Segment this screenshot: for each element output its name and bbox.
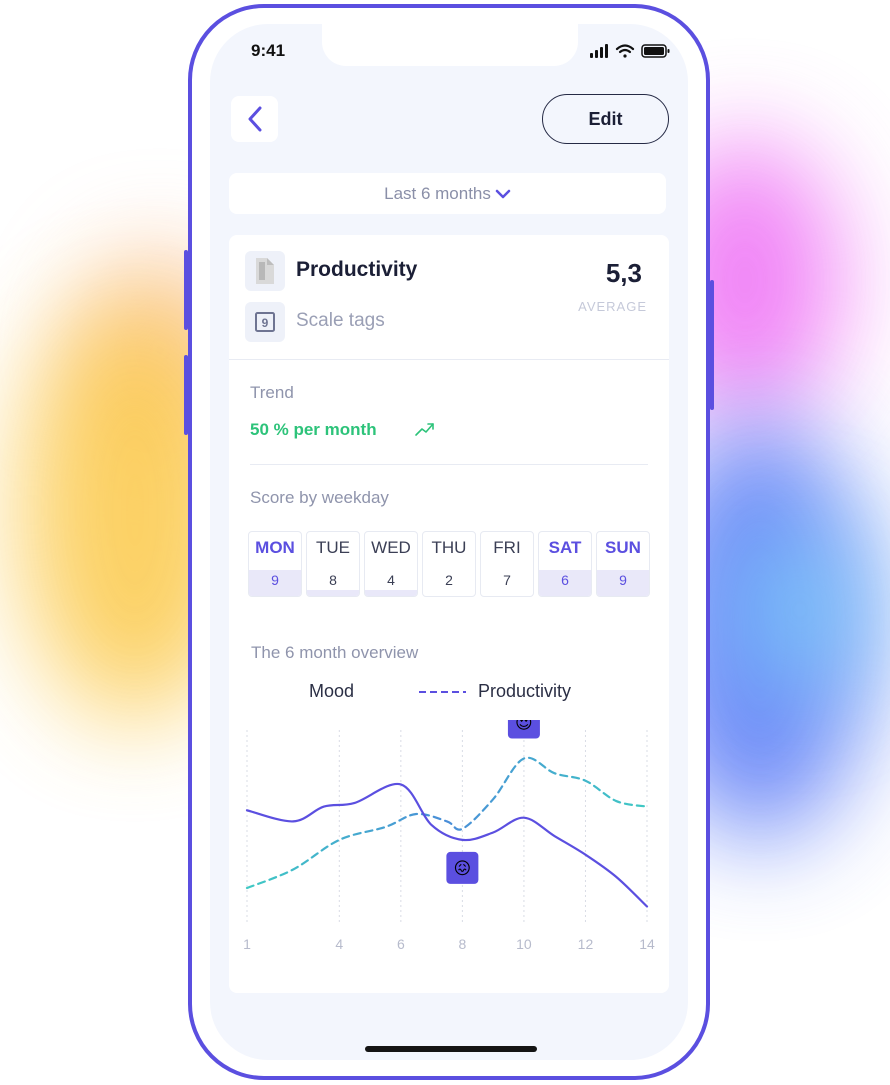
scale-tag-icon: 9 — [255, 312, 275, 332]
wifi-icon — [615, 44, 635, 58]
weekday-bar — [307, 590, 359, 596]
weekday-name: SUN — [605, 538, 641, 557]
frustrated-emoji-icon: 😖 — [446, 851, 479, 884]
weekday-tue: TUE 8 — [306, 531, 360, 597]
notch — [322, 20, 578, 66]
trend-value: 50 % per month — [250, 420, 377, 439]
overview-chart: 1 4 6 8 10 12 14 😍😖 — [243, 720, 655, 952]
weekday-score: 9 — [249, 570, 301, 596]
weekday-name: THU — [431, 538, 467, 557]
status-icons — [590, 44, 670, 58]
back-button[interactable] — [231, 96, 278, 142]
emoji-glyph: 😍 — [515, 720, 533, 733]
volume-up-button — [184, 250, 188, 330]
battery-icon — [641, 44, 670, 58]
scale-tag-icon-box: 9 — [245, 302, 285, 342]
mood-legend-swatch — [249, 691, 296, 693]
weekday-fri: FRI 7 — [480, 531, 534, 597]
weekday-mon: MON 9 — [248, 531, 302, 597]
productivity-legend-label: Productivity — [478, 681, 572, 701]
weekday-section-label: Score by weekday — [250, 488, 389, 507]
weekday-score: 4 — [387, 572, 395, 588]
tag-title: Productivity — [296, 258, 418, 281]
x-tick-label: 1 — [243, 936, 251, 952]
weekday-score: 8 — [329, 572, 337, 588]
average-value: 5,3 — [605, 258, 642, 288]
section-divider — [250, 464, 648, 465]
weekday-score: 6 — [539, 570, 591, 596]
weekday-score: 2 — [445, 572, 453, 588]
x-tick-label: 4 — [335, 936, 343, 952]
weekday-name: MON — [255, 538, 295, 557]
chevron-left-icon — [248, 106, 261, 132]
power-button — [710, 280, 714, 410]
weekday-name: TUE — [316, 538, 350, 557]
background-glow-cyan — [730, 520, 870, 700]
weekday-name: SAT — [548, 538, 582, 557]
x-tick-label: 10 — [516, 936, 532, 952]
mood-legend-label: Mood — [309, 681, 355, 701]
period-label: Last 6 months — [384, 183, 491, 203]
svg-text:9: 9 — [262, 316, 269, 330]
trend-label: Trend — [250, 383, 294, 402]
status-time: 9:41 — [251, 41, 286, 60]
document-icon — [256, 258, 274, 284]
document-icon-box — [245, 251, 285, 291]
trending-up-icon — [415, 423, 434, 436]
x-tick-label: 12 — [578, 936, 594, 952]
period-selector[interactable]: Last 6 months — [229, 173, 666, 214]
weekday-sun: SUN 9 — [596, 531, 650, 597]
weekday-score: 7 — [503, 572, 511, 588]
weekday-thu: THU 2 — [422, 531, 476, 597]
emoji-glyph: 😖 — [454, 859, 472, 878]
edit-button[interactable]: Edit — [542, 94, 669, 144]
weekday-wed: WED 4 — [364, 531, 418, 597]
signal-icon — [590, 44, 608, 58]
weekday-score: 9 — [597, 570, 649, 596]
card-divider — [229, 359, 669, 360]
heart-eyes-emoji-icon: 😍 — [507, 720, 540, 739]
home-indicator — [365, 1046, 537, 1052]
productivity-series-line — [245, 782, 649, 908]
weekday-sat: SAT 6 — [538, 531, 592, 597]
productivity-legend-swatch — [419, 691, 466, 693]
volume-down-button — [184, 355, 188, 435]
x-tick-label: 6 — [397, 936, 405, 952]
weekday-name: WED — [371, 538, 411, 557]
x-tick-label: 14 — [639, 936, 655, 952]
average-label: AVERAGE — [578, 299, 647, 314]
overview-label: The 6 month overview — [251, 643, 419, 662]
weekday-bar — [365, 590, 417, 596]
x-tick-label: 8 — [458, 936, 466, 952]
weekday-name: FRI — [493, 538, 521, 557]
tag-subtitle: Scale tags — [296, 310, 385, 331]
chevron-down-icon — [495, 189, 511, 198]
